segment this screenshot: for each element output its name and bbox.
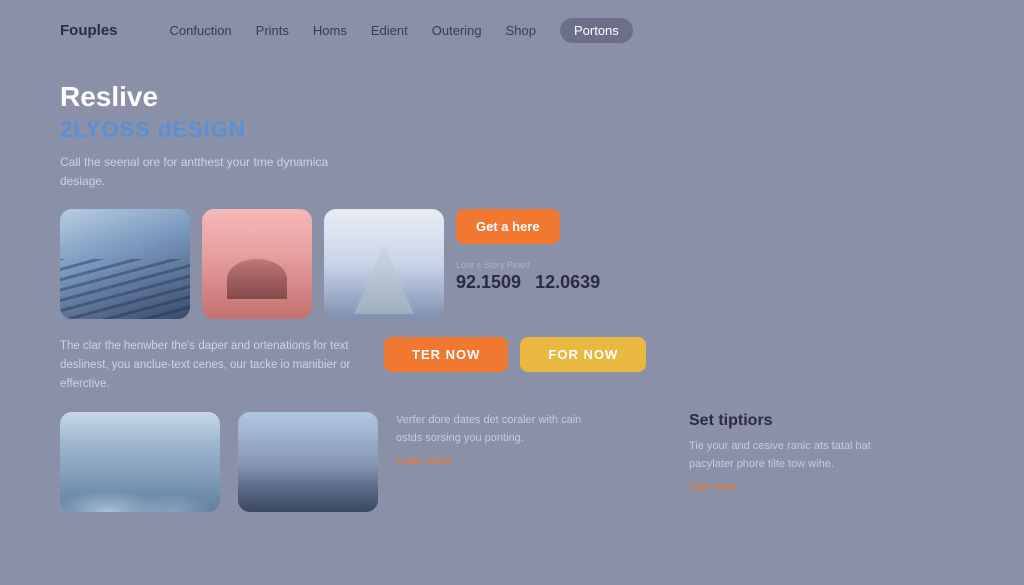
nav-link-shop[interactable]: Shop xyxy=(506,23,536,38)
stat-value-1: 92.1509 xyxy=(456,272,521,293)
stat-item-label: Lore s Story Pined 92.1509 Plry class 12… xyxy=(456,260,600,303)
stat-sub-2: ror 00s xyxy=(535,293,600,303)
bottom-right-title: Set tiptiors xyxy=(689,412,964,430)
cta-block: Get a here Lore s Story Pined 92.1509 Pl… xyxy=(456,209,964,303)
bottom-right-desc: Tie your and cesive ranic ats tatal hat … xyxy=(689,438,889,473)
mid-row: The clar the henwber the's daper and ort… xyxy=(60,337,964,394)
image-card-mountain xyxy=(324,209,444,319)
top-row: Get a here Lore s Story Pined 92.1509 Pl… xyxy=(60,209,964,319)
stat-values: 92.1509 Plry class 12.0639 ror 00s xyxy=(456,272,600,303)
bottom-mid-block: Verfer dore dates det coraler with cain … xyxy=(396,412,671,469)
navbar: Fouples Confuction Prints Homs Edient Ou… xyxy=(0,0,1024,61)
stat-label-text: Lore s Story Pined xyxy=(456,260,600,270)
image-card-pink xyxy=(202,209,312,319)
stat-value-1-block: 92.1509 Plry class xyxy=(456,272,521,303)
nav-link-homs[interactable]: Homs xyxy=(313,23,347,38)
bottom-mid-link[interactable]: Learn more xyxy=(396,455,452,467)
image-card-mountain-2 xyxy=(238,412,378,512)
mid-buttons: TER NOW FOR NOW xyxy=(384,337,964,372)
hero-subtitle: 2LYOSS dESIGN xyxy=(60,117,964,143)
bottom-right-block: Set tiptiors Tie your and cesive ranic a… xyxy=(689,412,964,495)
mid-text-block: The clar the henwber the's daper and ort… xyxy=(60,337,360,394)
bottom-right-link[interactable]: Clar mars xyxy=(689,481,737,493)
nav-link-prints[interactable]: Prints xyxy=(256,23,289,38)
image-card-waves xyxy=(60,209,190,319)
for-now-button[interactable]: FOR NOW xyxy=(520,337,646,372)
nav-logo: Fouples xyxy=(60,22,118,39)
nav-link-outering[interactable]: Outering xyxy=(432,23,482,38)
stat-sub-1: Plry class xyxy=(456,293,521,303)
hero-title: Reslive xyxy=(60,81,964,113)
bottom-row: Verfer dore dates det coraler with cain … xyxy=(60,412,964,512)
ter-now-button[interactable]: TER NOW xyxy=(384,337,508,372)
stat-value-2: 12.0639 xyxy=(535,272,600,293)
mid-description: The clar the henwber the's daper and ort… xyxy=(60,337,360,394)
bottom-mid-text: Verfer dore dates det coraler with cain … xyxy=(396,412,596,447)
nav-links: Confuction Prints Homs Edient Outering S… xyxy=(170,18,964,43)
stat-value-2-block: 12.0639 ror 00s xyxy=(535,272,600,303)
nav-link-confuction[interactable]: Confuction xyxy=(170,23,232,38)
hero-description: Call the seenal ore for antthest your tm… xyxy=(60,153,340,191)
image-card-waves-2 xyxy=(60,412,220,512)
nav-link-edient[interactable]: Edient xyxy=(371,23,408,38)
main-content: Reslive 2LYOSS dESIGN Call the seenal or… xyxy=(0,61,1024,512)
get-here-button[interactable]: Get a here xyxy=(456,209,560,244)
nav-link-portons[interactable]: Portons xyxy=(560,18,633,43)
stats-block: Lore s Story Pined 92.1509 Plry class 12… xyxy=(456,260,964,303)
